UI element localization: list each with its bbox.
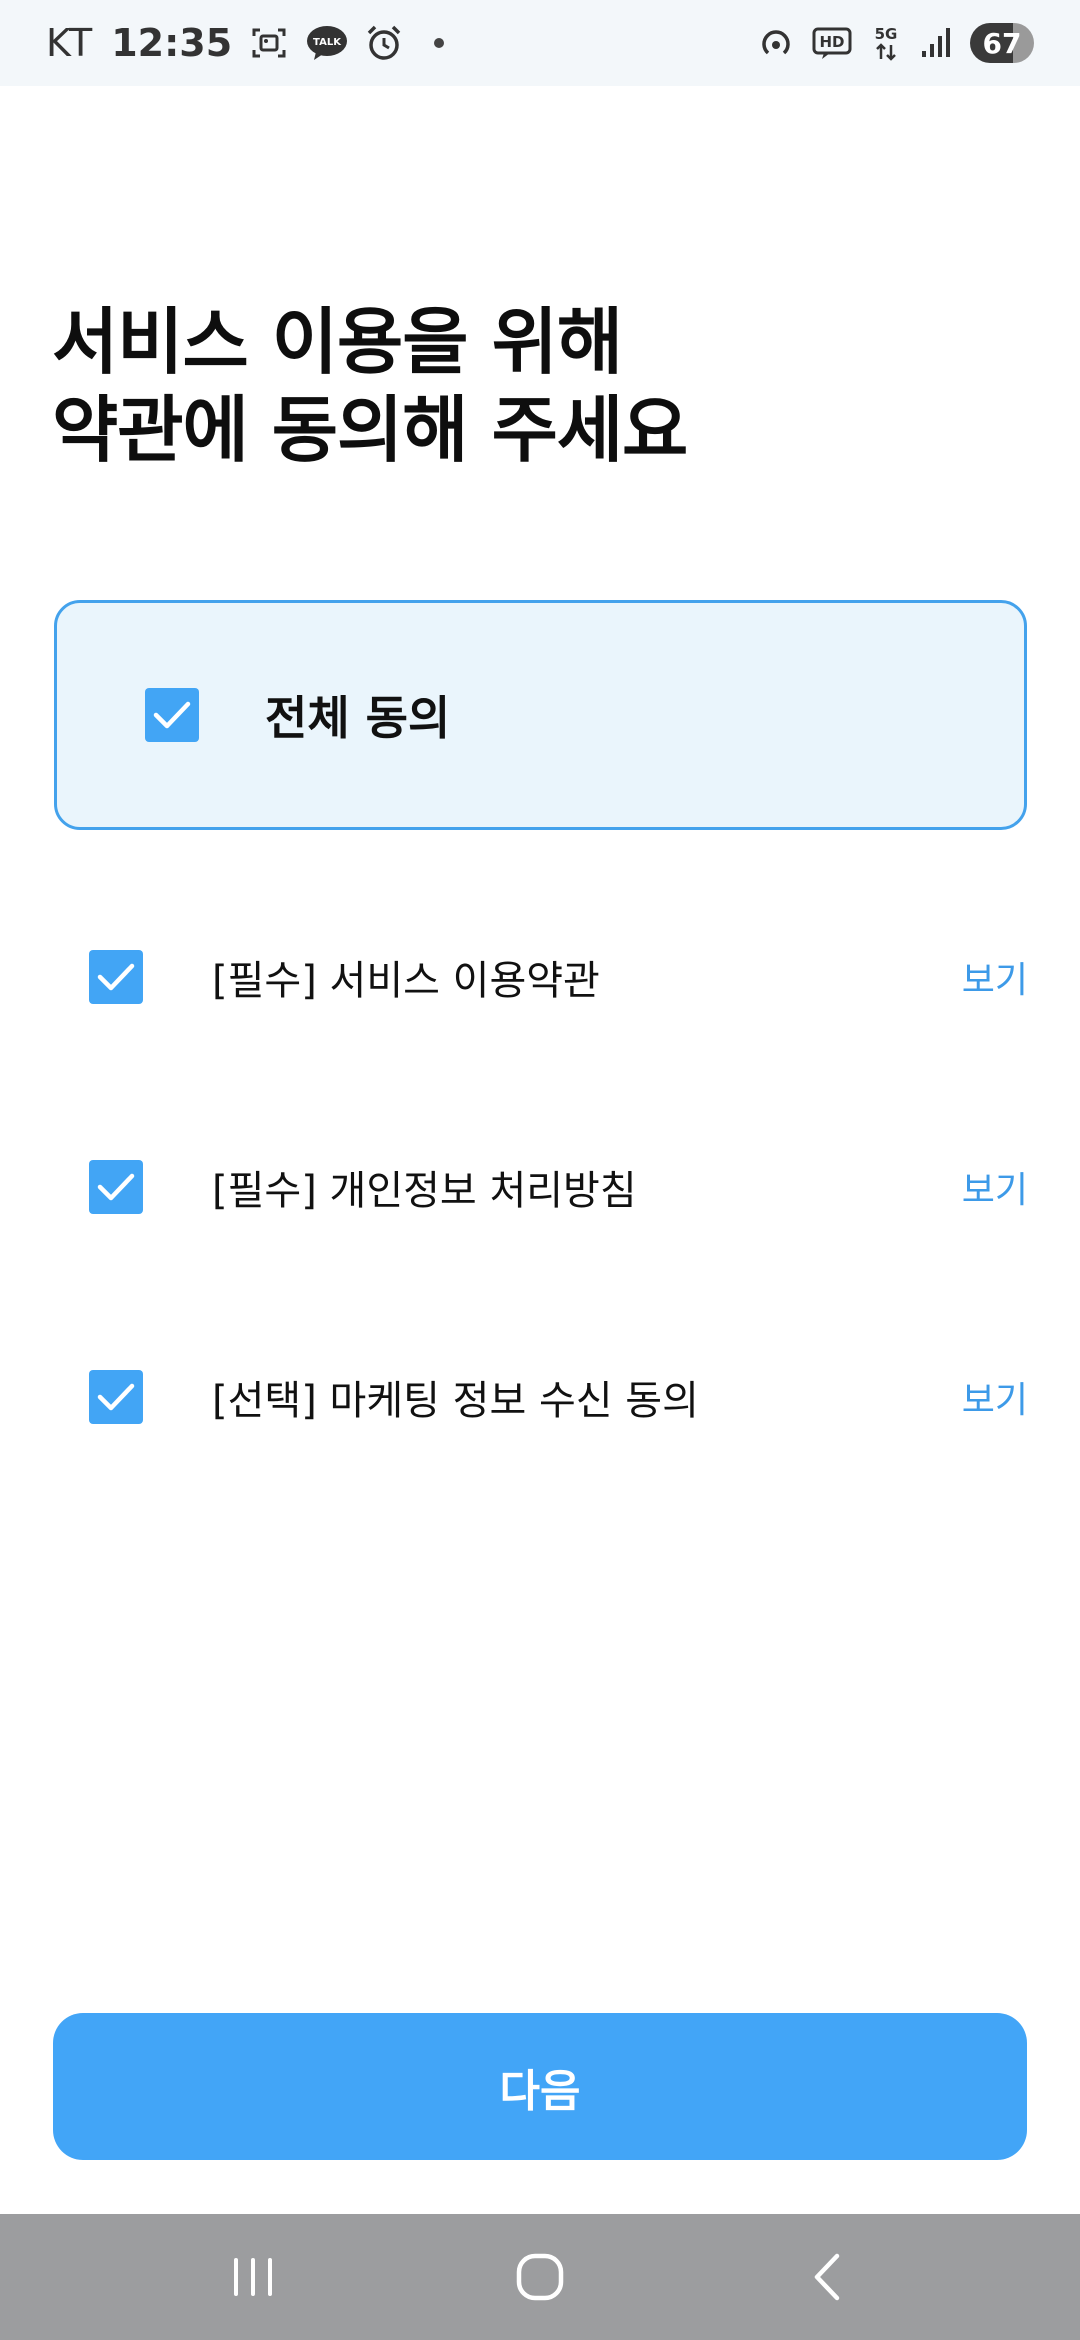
home-icon [516,2253,564,2301]
check-icon [97,1173,135,1201]
view-link-service[interactable]: 보기 [962,951,1028,1003]
all-agree-checkbox[interactable] [145,688,199,742]
status-right: HD 5G 67 [758,23,1034,63]
back-button[interactable] [767,2227,887,2327]
hd-voice-icon: HD [812,25,852,61]
view-link-marketing[interactable]: 보기 [962,1371,1028,1423]
page-title-line-1: 서비스 이용을 위해 [52,300,623,384]
term-checkbox-privacy[interactable] [89,1160,143,1214]
term-label-service: [필수] 서비스 이용약관 [212,958,600,1004]
all-agree-label: 전체 동의 [265,691,451,745]
screenshot-icon [250,24,288,62]
term-checkbox-marketing[interactable] [89,1370,143,1424]
page-title-line-2: 약관에 동의해 주세요 [52,388,688,472]
term-row-service: [필수] 서비스 이용약관 보기 [0,927,1080,1027]
page-title: 서비스 이용을 위해 약관에 동의해 주세요 [52,298,688,474]
status-bar: KT 12:35 TALK HD 5G 67 [0,0,1080,86]
clock: 12:35 [111,21,233,65]
term-checkbox-service[interactable] [89,950,143,1004]
status-left: KT 12:35 TALK [46,21,445,65]
hotspot-icon [758,25,794,61]
term-row-marketing: [선택] 마케팅 정보 수신 동의 보기 [0,1347,1080,1447]
next-button[interactable]: 다음 [53,2013,1027,2160]
all-agree-box[interactable]: 전체 동의 [54,600,1027,830]
check-icon [97,963,135,991]
recent-apps-icon [234,2258,273,2296]
kakaotalk-icon: TALK [306,24,348,62]
view-link-privacy[interactable]: 보기 [962,1161,1028,1213]
check-icon [153,701,191,729]
back-icon [814,2253,839,2301]
term-row-privacy: [필수] 개인정보 처리방침 보기 [0,1137,1080,1237]
hd-label: HD [819,33,844,51]
notification-dot-icon [434,38,445,48]
navigation-bar [0,2214,1080,2340]
alarm-icon [366,24,402,62]
talk-badge-text: TALK [313,37,342,48]
home-button[interactable] [480,2227,600,2327]
recent-apps-button[interactable] [193,2227,313,2327]
battery-indicator: 67 [970,23,1034,63]
check-icon [97,1383,135,1411]
5g-icon: 5G [870,23,902,63]
network-label: 5G [875,25,898,43]
signal-icon [920,25,952,61]
term-label-marketing: [선택] 마케팅 정보 수신 동의 [212,1378,699,1424]
carrier-label: KT [46,21,94,65]
term-label-privacy: [필수] 개인정보 처리방침 [212,1168,637,1214]
